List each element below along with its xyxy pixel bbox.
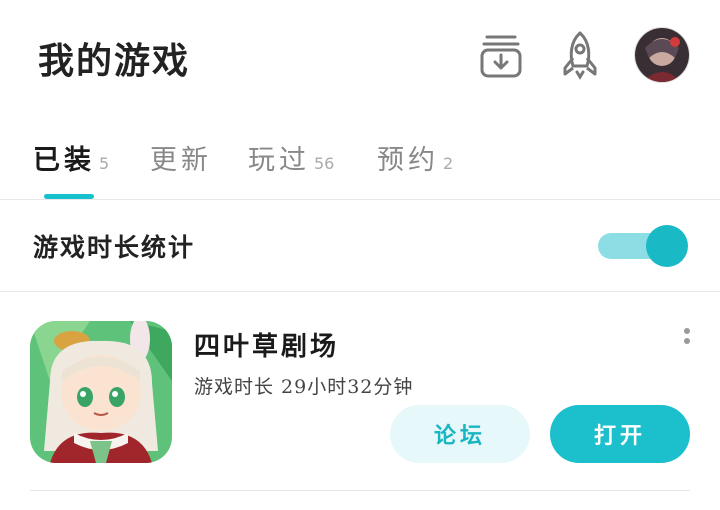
playtime-stats-toggle[interactable] (598, 225, 690, 267)
tab-label: 已装 (33, 145, 95, 176)
tab-reserved[interactable]: 预约 2 (377, 138, 453, 177)
tab-count: 56 (314, 154, 335, 173)
playtime-stats-label: 游戏时长统计 (33, 233, 196, 262)
tab-updates[interactable]: 更新 (150, 138, 216, 177)
game-name: 四叶草剧场 (194, 332, 340, 362)
game-list-item[interactable]: 四叶草剧场 游戏时长 29小时32分钟 论坛 打开 (0, 292, 720, 492)
game-icon[interactable] (30, 321, 172, 463)
tabs-divider (0, 199, 720, 200)
rocket-icon (563, 31, 597, 80)
download-box-icon (480, 35, 522, 78)
tab-label: 更新 (150, 145, 212, 176)
tab-count: 2 (443, 154, 454, 173)
tab-label: 玩过 (248, 145, 310, 176)
forum-button[interactable]: 论坛 (390, 405, 530, 463)
download-manager-button[interactable] (476, 30, 526, 80)
game-playtime: 游戏时长 29小时32分钟 (194, 376, 414, 398)
dot (684, 328, 690, 334)
tab-label: 预约 (377, 145, 439, 176)
tab-count: 5 (99, 154, 110, 173)
open-game-button[interactable]: 打开 (550, 405, 690, 463)
toggle-knob (646, 225, 688, 267)
page-title: 我的游戏 (38, 40, 191, 82)
avatar-image (635, 28, 689, 82)
tab-installed[interactable]: 已装 5 (33, 138, 109, 177)
tab-bar: 已装 5 更新 玩过 56 预约 2 (0, 130, 720, 200)
dot (684, 338, 690, 344)
game-icon-art (30, 321, 172, 463)
user-avatar[interactable] (634, 27, 690, 83)
more-options-icon[interactable] (680, 328, 694, 358)
card-divider (30, 490, 690, 491)
tab-played[interactable]: 玩过 56 (248, 138, 334, 177)
speedup-button[interactable] (555, 30, 605, 80)
